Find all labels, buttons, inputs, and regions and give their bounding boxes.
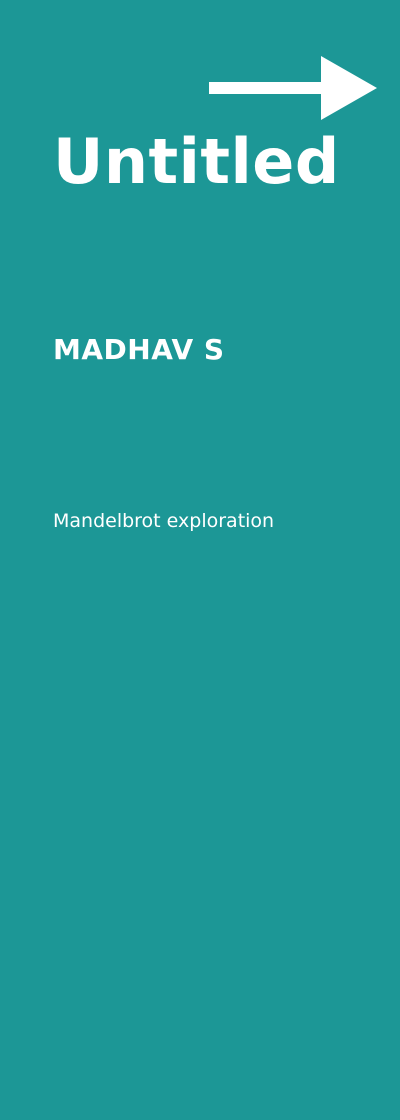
arrow-right-icon[interactable] — [209, 56, 377, 120]
page-title: Untitled — [53, 125, 340, 198]
author-name: MADHAV S — [53, 333, 225, 366]
page-subtitle: Mandelbrot exploration — [53, 510, 275, 532]
cover-panel: Untitled MADHAV S Mandelbrot exploration — [0, 0, 400, 1120]
